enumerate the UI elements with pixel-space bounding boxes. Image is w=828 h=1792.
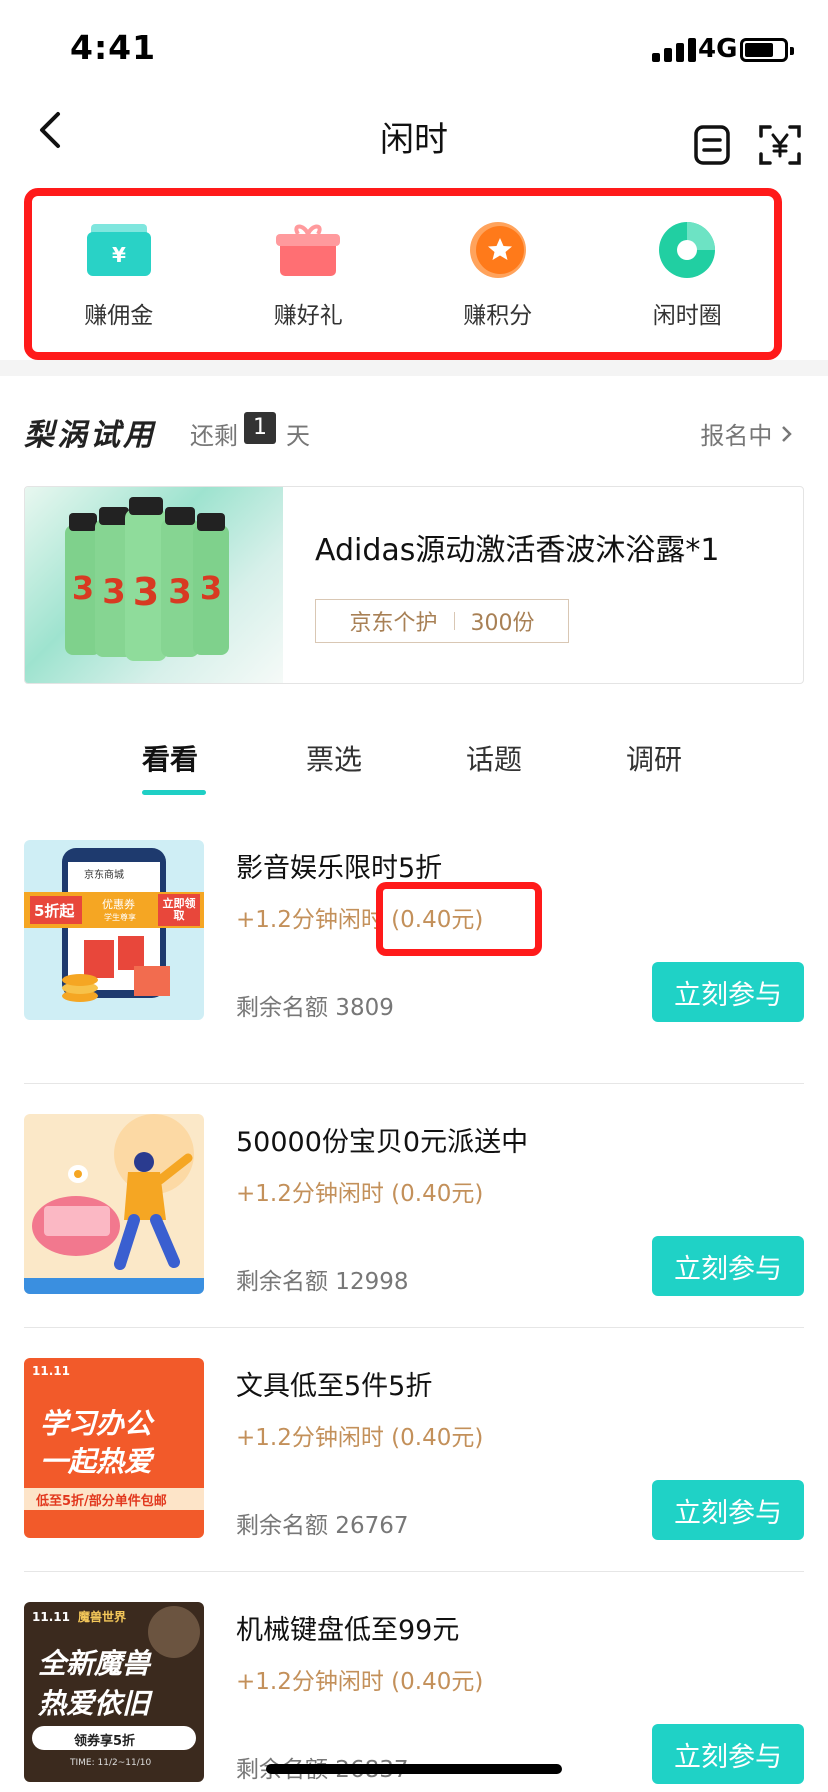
trial-days-badge: 1: [244, 412, 276, 444]
join-button[interactable]: 立刻参与: [652, 962, 804, 1022]
thumb-headline-1: 全新魔兽: [38, 1647, 151, 1680]
trial-remain-suffix: 天: [286, 422, 310, 450]
task-remaining: 剩余名额 3809: [236, 995, 394, 1021]
record-list-icon[interactable]: [690, 122, 734, 168]
trial-quantity: 300份: [470, 611, 535, 636]
tab-survey[interactable]: 调研: [626, 738, 682, 778]
quick-action-label: 闲时圈: [652, 303, 722, 329]
trial-product-tag: 京东个护 300份: [315, 599, 569, 643]
trial-product-name: Adidas源动激活香波沐浴露*1: [315, 533, 720, 568]
tab-watch[interactable]: 看看: [142, 738, 198, 778]
thumb-strip: 低至5折/部分单件包邮: [36, 1494, 167, 1509]
svg-text:3: 3: [72, 569, 94, 607]
thumb-strip: 领券享5折: [74, 1734, 136, 1749]
thumb-coupon-sub: 学生尊享: [104, 913, 136, 922]
star-coin-icon: [462, 218, 534, 282]
battery-icon: [740, 38, 794, 62]
network-type: 4G: [698, 34, 738, 64]
quick-action-label: 赚佣金: [84, 303, 154, 329]
thumb-headline-2: 一起热爱: [40, 1445, 153, 1478]
quick-action-circle[interactable]: 闲时圈: [607, 218, 767, 330]
bottle-icon: 3 3 3 3 3: [65, 497, 229, 661]
task-thumbnail: 11.11 魔兽世界 全新魔兽 热爱依旧 领券享5折 TIME: 11/2~11…: [24, 1602, 204, 1782]
task-title: 50000份宝贝0元派送中: [236, 1127, 529, 1158]
thumb-headline-2: 热爱依旧: [38, 1687, 151, 1720]
svg-text:3: 3: [102, 572, 126, 612]
chevron-right-icon: [780, 422, 794, 450]
quick-action-label: 赚积分: [463, 303, 533, 329]
join-button[interactable]: 立刻参与: [652, 1236, 804, 1296]
circle-disc-icon: [651, 218, 723, 282]
task-reward: +1.2分钟闲时 (0.40元): [236, 1181, 484, 1207]
wallet-yen-icon: ¥: [83, 218, 155, 282]
trial-category: 京东个护: [349, 611, 438, 636]
task-thumbnail: 11.11 学习办公 一起热爱 低至5折/部分单件包邮: [24, 1358, 204, 1538]
svg-text:3: 3: [133, 570, 159, 614]
trial-header: 梨涡试用 还剩 1 天 报名中: [24, 408, 804, 454]
thumb-store-label: 京东商城: [84, 870, 124, 881]
svg-text:3: 3: [168, 572, 192, 612]
trial-title: 梨涡试用: [24, 418, 156, 453]
task-thumbnail: [24, 1114, 204, 1294]
task-title: 机械键盘低至99元: [236, 1615, 460, 1646]
trial-status-link[interactable]: 报名中: [700, 416, 794, 451]
quick-action-label: 赚好礼: [273, 303, 343, 329]
task-reward: +1.2分钟闲时 (0.40元): [236, 907, 484, 933]
task-item[interactable]: 京东商城 5折起 优惠券 学生尊享 立即领取 影音娱乐限时5折 +1.2分钟闲时…: [24, 840, 804, 1084]
tab-topic[interactable]: 话题: [466, 738, 522, 778]
thumb-sale-tag: 11.11: [32, 1364, 70, 1378]
thumb-headline-1: 学习办公: [40, 1407, 153, 1440]
tag-separator: [453, 612, 455, 630]
signal-icon: [652, 36, 698, 62]
trial-status-label: 报名中: [700, 422, 773, 450]
task-remaining: 剩余名额 12998: [236, 1269, 409, 1295]
active-tab-indicator: [142, 790, 206, 795]
section-divider: [0, 360, 828, 376]
task-item[interactable]: 50000份宝贝0元派送中 +1.2分钟闲时 (0.40元) 剩余名额 1299…: [24, 1084, 804, 1328]
task-title: 影音娱乐限时5折: [236, 853, 443, 884]
task-item[interactable]: 11.11 魔兽世界 全新魔兽 热爱依旧 领券享5折 TIME: 11/2~11…: [24, 1572, 804, 1792]
task-thumbnail: 京东商城 5折起 优惠券 学生尊享 立即领取: [24, 840, 204, 1020]
task-reward: +1.2分钟闲时 (0.40元): [236, 1425, 484, 1451]
thumb-discount-label: 5折起: [34, 902, 75, 920]
content-tabs: 看看 票选 话题 调研: [0, 738, 828, 798]
task-reward: +1.2分钟闲时 (0.40元): [236, 1669, 484, 1695]
task-item[interactable]: 11.11 学习办公 一起热爱 低至5折/部分单件包邮 文具低至5件5折 +1.…: [24, 1328, 804, 1572]
quick-action-gift[interactable]: 赚好礼: [228, 218, 388, 330]
svg-text:3: 3: [200, 569, 222, 607]
trial-remain-prefix: 还剩: [190, 422, 238, 450]
task-title: 文具低至5件5折: [236, 1371, 433, 1402]
quick-actions: ¥ 赚佣金 赚好礼 赚积分 闲时圈: [24, 188, 782, 360]
thumb-cta-label: 立即领取: [162, 897, 196, 922]
thumb-coupon-label: 优惠券: [102, 898, 135, 911]
thumb-date: TIME: 11/2~11/10: [70, 1758, 152, 1768]
quick-action-commission[interactable]: ¥ 赚佣金: [39, 218, 199, 330]
tab-vote[interactable]: 票选: [306, 738, 362, 778]
svg-text:¥: ¥: [112, 243, 126, 267]
home-indicator: [266, 1764, 562, 1774]
scan-pay-icon[interactable]: [758, 122, 802, 168]
trial-product-image: 3 3 3 3 3: [25, 487, 283, 683]
quick-action-points[interactable]: 赚积分: [418, 218, 578, 330]
join-button[interactable]: 立刻参与: [652, 1480, 804, 1540]
gift-box-icon: [272, 218, 344, 282]
thumb-game-logo: 魔兽世界: [78, 1610, 127, 1624]
status-bar: 4:41 4G: [0, 0, 828, 100]
task-list: 京东商城 5折起 优惠券 学生尊享 立即领取 影音娱乐限时5折 +1.2分钟闲时…: [24, 840, 804, 1792]
join-button[interactable]: 立刻参与: [652, 1724, 804, 1784]
trial-product-card[interactable]: 3 3 3 3 3 Adidas源动激活香波沐浴露*1 京东个护 300份: [24, 486, 804, 684]
task-remaining: 剩余名额 26767: [236, 1513, 409, 1539]
status-time: 4:41: [70, 28, 157, 67]
thumb-sale-tag: 11.11: [32, 1610, 70, 1624]
